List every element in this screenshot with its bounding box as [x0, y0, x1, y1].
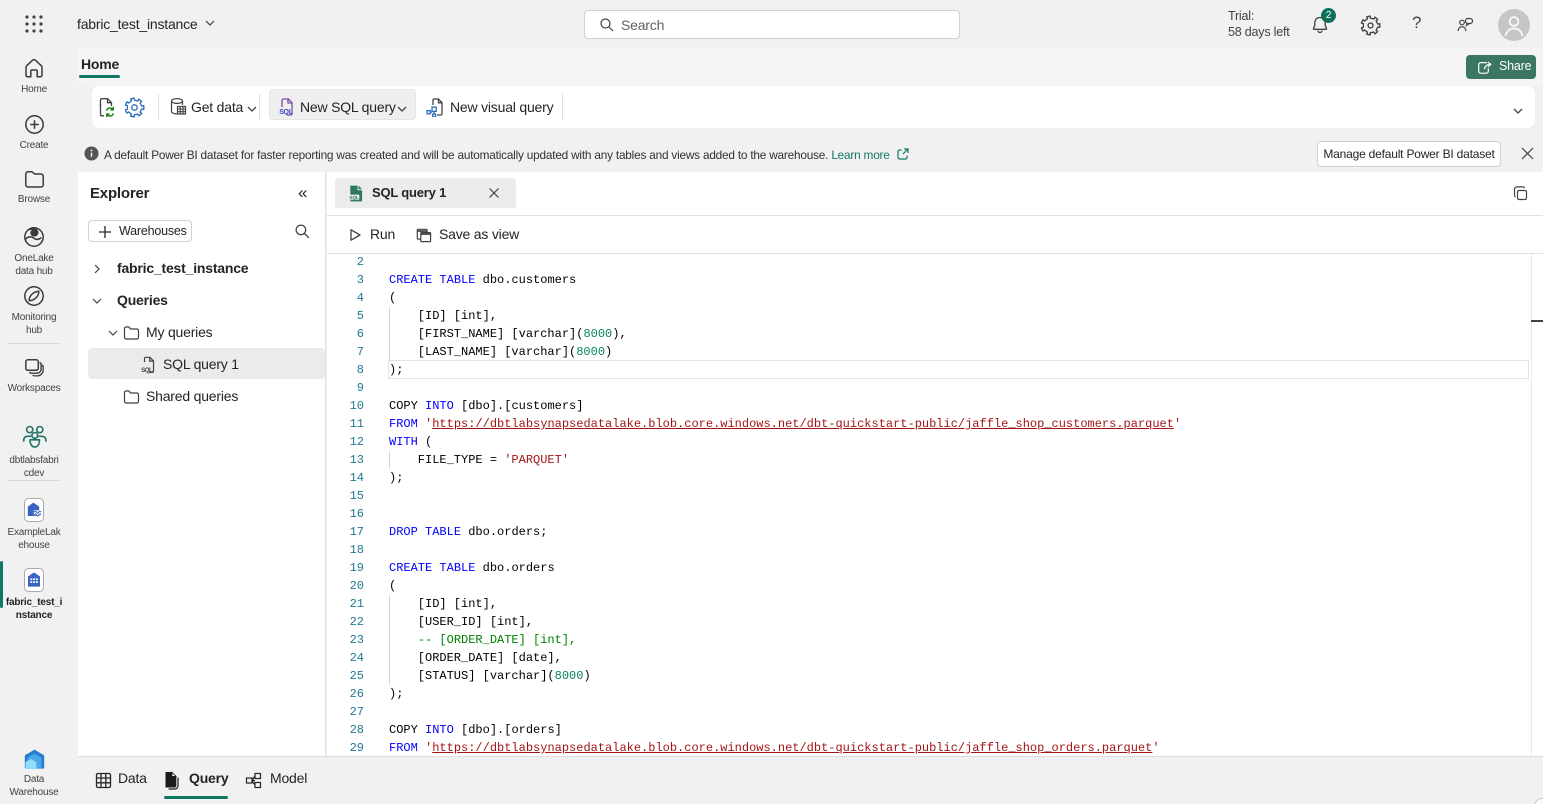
svg-text:SQL: SQL [349, 195, 359, 200]
svg-text:SQL: SQL [279, 109, 294, 116]
svg-text:SQL: SQL [141, 368, 153, 374]
